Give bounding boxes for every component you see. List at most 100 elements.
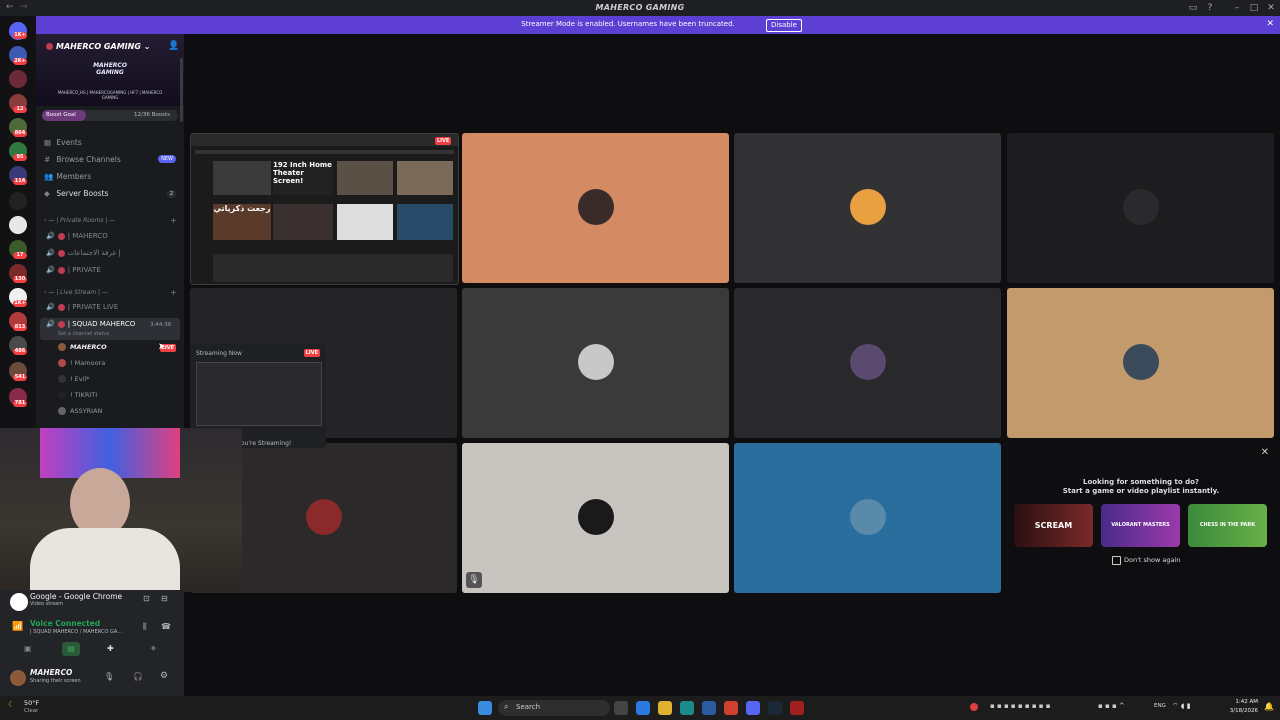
nav-members[interactable]: 👥 Members — [44, 172, 91, 184]
steam-icon[interactable] — [768, 701, 782, 715]
avatar — [58, 391, 66, 399]
tray-icons[interactable]: ▪ ▪ ▪ ▪ ▪ ▪ ▪ ▪ ▪ — [990, 702, 1051, 710]
dont-show-checkbox[interactable] — [1112, 556, 1121, 565]
voice-channel[interactable]: 🔊 | PRIVATE — [46, 266, 101, 274]
tray-icons[interactable]: ▪ ▪ ▪ ^ — [1098, 702, 1125, 710]
voice-channel-name[interactable]: | SQUAD MAHERCO / MAHERCO GA... — [30, 629, 138, 635]
weather-icon[interactable]: ☾ — [8, 700, 15, 709]
participant-tile[interactable] — [462, 288, 729, 438]
participant-tile[interactable] — [734, 443, 1001, 593]
participant-tile[interactable] — [1007, 288, 1274, 438]
store-icon[interactable] — [702, 701, 716, 715]
boost-count: 12/36 Boosts — [134, 112, 170, 118]
minimize-icon[interactable]: – — [1230, 2, 1244, 14]
add-channel-icon[interactable]: + — [170, 216, 177, 225]
camera-icon[interactable]: ▣ — [24, 644, 32, 653]
invite-people-icon[interactable]: 👤 — [168, 41, 179, 51]
video-thumbnail: رجعت ذكرياتي — [213, 204, 271, 240]
avatar[interactable] — [10, 670, 26, 686]
maximize-icon[interactable]: □ — [1247, 2, 1261, 14]
category-private-rooms[interactable]: › — | Private Rooms | — — [44, 217, 115, 224]
voice-status[interactable]: Voice Connected — [30, 619, 100, 628]
voice-channel[interactable]: 🔊 | PRIVATE LIVE — [46, 303, 118, 311]
game-valorant[interactable]: VALORANT MASTERS — [1101, 504, 1180, 547]
sidebar-scrollbar[interactable] — [180, 58, 183, 122]
disconnect-icon[interactable]: ☎ — [161, 622, 171, 631]
voice-user[interactable]: ! Evil* — [58, 375, 90, 383]
close-activity-icon[interactable]: ✕ — [1261, 447, 1269, 458]
language-indicator[interactable]: ENG — [1154, 703, 1166, 709]
signal-icon[interactable]: 📶 — [12, 622, 23, 632]
activities-icon[interactable]: ✚ — [107, 644, 114, 653]
stream-tile[interactable]: 192 Inch Home Theater Screen! رجعت ذكريا… — [190, 133, 459, 285]
copilot-icon[interactable] — [636, 701, 650, 715]
voice-channel-active[interactable]: 🔊 | SQUAD MAHERCO — [46, 320, 135, 328]
close-banner-icon[interactable]: ✕ — [1266, 19, 1274, 29]
participant-tile[interactable]: 🎙 — [462, 443, 729, 593]
voice-user[interactable]: ! Mamoora — [58, 359, 105, 367]
stop-stream-icon[interactable]: ⊟ — [161, 594, 168, 603]
headphones-icon[interactable]: 🎧 — [133, 672, 143, 681]
close-window-icon[interactable]: ✕ — [1264, 2, 1278, 14]
game-chess[interactable]: CHESS IN THE PARK — [1188, 504, 1267, 547]
discord-taskbar-icon[interactable] — [746, 701, 760, 715]
server-badge: 1K+ — [13, 32, 27, 39]
microphone-icon[interactable]: 🎙 — [104, 672, 114, 681]
add-channel-icon[interactable]: + — [170, 288, 177, 297]
video-thumbnail — [273, 204, 333, 240]
nav-events[interactable]: ▦ Events — [44, 138, 82, 150]
server-icon[interactable] — [9, 70, 27, 88]
participant-tile[interactable] — [1007, 133, 1274, 283]
server-badge: 95 — [13, 154, 27, 161]
clock-date[interactable]: 3/18/2026 — [1224, 708, 1258, 714]
voice-user[interactable]: ! TIKRITI — [58, 391, 97, 399]
task-view-icon[interactable] — [614, 701, 628, 715]
windows-start-icon[interactable] — [478, 701, 492, 715]
dont-show-label: Don't show again — [1124, 556, 1181, 564]
server-name-dropdown[interactable]: MAHERCO GAMING ⌄ — [46, 42, 150, 51]
participant-tile[interactable] — [734, 133, 1001, 283]
inbox-icon[interactable]: ▭ — [1186, 2, 1200, 14]
participant-tile[interactable] — [734, 288, 1001, 438]
screen-share-toggle-icon[interactable]: ▤ — [62, 642, 80, 656]
help-icon[interactable]: ? — [1203, 2, 1217, 14]
nav-server-boosts[interactable]: ◆ Server Boosts 2 — [44, 189, 176, 201]
server-badge: 130 — [13, 276, 27, 283]
category-live-stream[interactable]: › — | Live Stream | — — [44, 289, 108, 296]
video-thumbnail — [337, 204, 393, 240]
new-badge: NEW — [158, 155, 176, 163]
clock-time[interactable]: 1:42 AM — [1224, 699, 1258, 705]
server-icon[interactable] — [9, 216, 27, 234]
boost-icon: ◆ — [44, 189, 50, 198]
weather-temp[interactable]: 50°F — [24, 699, 39, 707]
file-explorer-icon[interactable] — [658, 701, 672, 715]
settings-gear-icon[interactable]: ⚙ — [160, 671, 168, 681]
boost-goal-bar[interactable]: Boost Goal 12/36 Boosts — [42, 110, 178, 121]
noise-suppression-icon[interactable]: ⫼ — [143, 622, 147, 632]
voice-user[interactable]: ASSYRIAN — [58, 407, 102, 415]
members-icon: 👥 — [44, 172, 54, 181]
nav-browse-channels[interactable]: # Browse Channels NEW — [44, 155, 176, 167]
channel-status[interactable]: Set a channel status — [58, 331, 109, 337]
disable-streamer-mode-button[interactable]: Disable — [766, 19, 802, 32]
network-volume-icons[interactable]: ⌔ ◖ ▮ — [1172, 702, 1191, 711]
video-thumbnail — [397, 161, 453, 195]
edge-icon[interactable] — [680, 701, 694, 715]
taskbar-search[interactable]: ⌕ Search — [498, 700, 610, 716]
chrome-taskbar-icon[interactable] — [724, 701, 738, 715]
search-label: Search — [516, 703, 541, 711]
server-logo-icon — [46, 43, 53, 50]
server-icon[interactable] — [9, 192, 27, 210]
voice-channel[interactable]: 🔊 | MAHERCO — [46, 232, 108, 240]
participant-tile[interactable] — [462, 133, 729, 283]
tray-icon[interactable] — [970, 703, 978, 711]
notifications-icon[interactable]: 🔔 — [1264, 702, 1274, 711]
video-thumbnail — [213, 161, 271, 195]
shared-app-sub: Video stream — [30, 601, 64, 607]
screen-share-icon[interactable]: ⊡ — [143, 594, 150, 603]
game-scream[interactable]: SCREAM — [1014, 504, 1093, 547]
soundboard-icon[interactable]: ✧ — [150, 644, 157, 653]
voice-channel[interactable]: 🔊 غرفة الاجتماعات | — [46, 249, 121, 257]
obs-icon[interactable] — [790, 701, 804, 715]
live-badge: LIVE — [435, 137, 452, 145]
